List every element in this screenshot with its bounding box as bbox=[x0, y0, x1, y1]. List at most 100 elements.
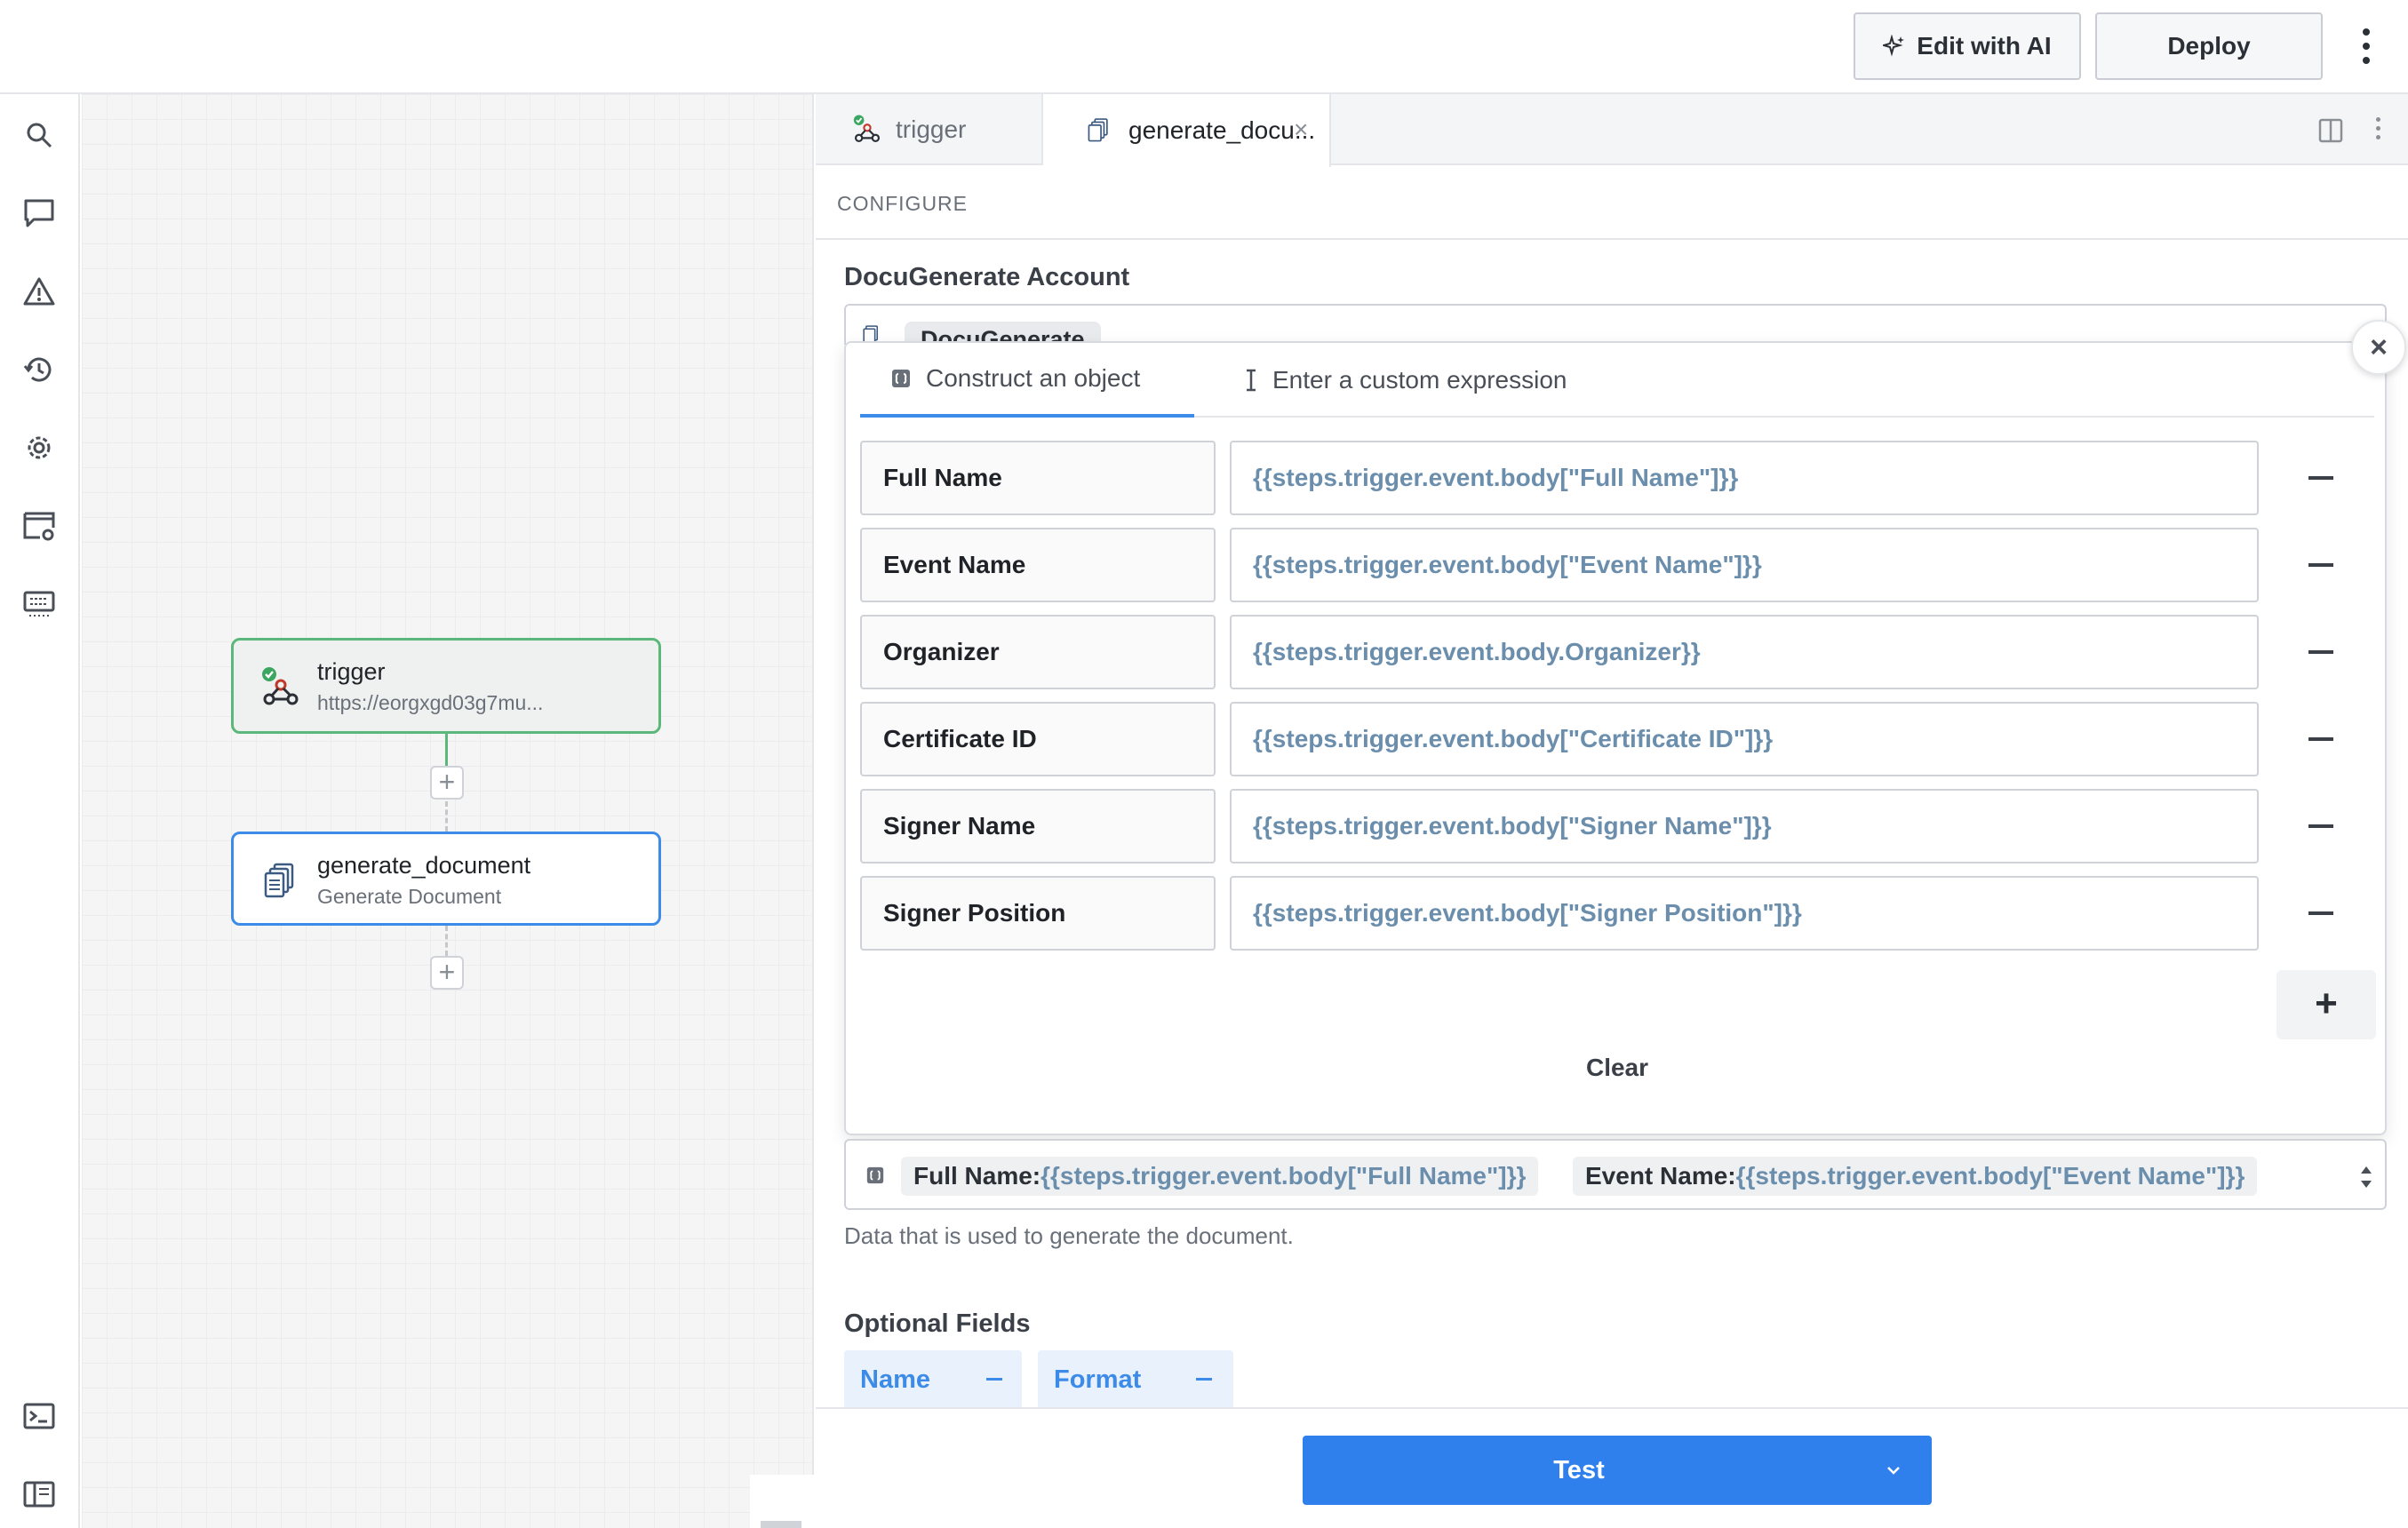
edit-with-ai-button[interactable]: Edit with AI bbox=[1854, 12, 2081, 80]
divider bbox=[816, 1407, 2408, 1409]
object-builder-popover: Construct an object Enter a custom expre… bbox=[844, 341, 2387, 1135]
popover-tabs: Construct an object Enter a custom expre… bbox=[860, 343, 2374, 418]
property-value-text: {{steps.trigger.event.body.Organizer}} bbox=[1253, 638, 1701, 665]
generate-document-node[interactable]: generate_document Generate Document bbox=[231, 832, 661, 926]
remove-property-button[interactable] bbox=[2294, 897, 2348, 929]
left-icon-rail bbox=[0, 94, 80, 1528]
warning-icon[interactable] bbox=[20, 272, 59, 311]
tab-construct-object[interactable]: Construct an object bbox=[860, 343, 1194, 418]
minimap[interactable] bbox=[750, 1475, 814, 1528]
account-select[interactable]: DocuGenerate bbox=[844, 304, 2387, 345]
browser-settings-icon[interactable] bbox=[20, 506, 59, 545]
sparkle-icon bbox=[1883, 35, 1905, 57]
node-connector bbox=[445, 734, 448, 766]
remove-property-button[interactable] bbox=[2294, 549, 2348, 581]
history-icon[interactable] bbox=[20, 350, 59, 389]
split-view-icon[interactable] bbox=[2317, 117, 2344, 144]
configure-heading: CONFIGURE bbox=[837, 192, 968, 215]
tab-label: generate_docu... bbox=[1128, 116, 1316, 144]
property-row: Certificate ID {{steps.trigger.event.bod… bbox=[860, 702, 2371, 776]
object-icon bbox=[892, 370, 910, 387]
property-value-input[interactable]: {{steps.trigger.event.body["Signer Posit… bbox=[1230, 876, 2259, 951]
deploy-button[interactable]: Deploy bbox=[2095, 12, 2323, 80]
property-value-text: {{steps.trigger.event.body["Full Name"]}… bbox=[1253, 464, 1739, 491]
tab-label: trigger bbox=[896, 115, 967, 143]
property-row: Organizer {{steps.trigger.event.body.Org… bbox=[860, 615, 2371, 689]
workflow-canvas[interactable]: trigger https://eorgxgd03g7mu... + gener… bbox=[82, 94, 814, 1528]
step-config-panel: trigger generate_docu... × CONFIGURE Doc… bbox=[816, 94, 2408, 1528]
node-subtitle: https://eorgxgd03g7mu... bbox=[317, 691, 544, 714]
optional-field-format[interactable]: Format bbox=[1038, 1350, 1233, 1409]
add-step-button[interactable]: + bbox=[430, 956, 464, 990]
minus-icon[interactable] bbox=[986, 1378, 1002, 1381]
chevron-down-icon bbox=[1887, 1467, 1900, 1475]
property-value-text: {{steps.trigger.event.body["Certificate … bbox=[1253, 725, 1774, 752]
tab-trigger[interactable]: trigger bbox=[816, 94, 1043, 165]
settings-icon[interactable] bbox=[20, 428, 59, 467]
optional-field-label: Name bbox=[860, 1365, 930, 1394]
tab-label: Enter a custom expression bbox=[1272, 366, 1567, 394]
add-step-button[interactable]: + bbox=[430, 766, 464, 800]
object-icon bbox=[866, 1166, 884, 1184]
property-key-input[interactable]: Certificate ID bbox=[860, 702, 1216, 776]
property-value-input[interactable]: {{steps.trigger.event.body["Signer Name"… bbox=[1230, 789, 2259, 863]
node-title: generate_document bbox=[317, 852, 531, 879]
property-value-input[interactable]: {{steps.trigger.event.body["Certificate … bbox=[1230, 702, 2259, 776]
tab-more-icon[interactable] bbox=[2372, 117, 2383, 139]
add-property-button[interactable]: + bbox=[2276, 970, 2376, 1039]
property-row: Event Name {{steps.trigger.event.body["E… bbox=[860, 528, 2371, 602]
property-key-input[interactable]: Signer Position bbox=[860, 876, 1216, 951]
close-icon[interactable]: × bbox=[1294, 115, 1308, 144]
sidebar-layout-icon[interactable] bbox=[20, 1475, 59, 1514]
keyboard-icon[interactable] bbox=[20, 585, 59, 624]
search-icon[interactable] bbox=[20, 115, 59, 155]
property-value-input[interactable]: {{steps.trigger.event.body["Full Name"]}… bbox=[1230, 441, 2259, 515]
webhook-icon bbox=[853, 115, 881, 143]
remove-property-button[interactable] bbox=[2294, 462, 2348, 494]
optional-field-name[interactable]: Name bbox=[844, 1350, 1022, 1409]
remove-property-button[interactable] bbox=[2294, 723, 2348, 755]
node-connector bbox=[445, 801, 448, 832]
close-popover-icon[interactable]: × bbox=[2351, 320, 2406, 375]
remove-property-button[interactable] bbox=[2294, 810, 2348, 842]
property-key-input[interactable]: Signer Name bbox=[860, 789, 1216, 863]
data-chip: Event Name:{{steps.trigger.event.body["E… bbox=[1573, 1157, 2258, 1196]
node-title: trigger bbox=[317, 658, 386, 685]
tab-generate-document[interactable]: generate_docu... × bbox=[1043, 94, 1331, 167]
property-value-text: {{steps.trigger.event.body["Signer Name"… bbox=[1253, 812, 1772, 840]
property-value-input[interactable]: {{steps.trigger.event.body.Organizer}} bbox=[1230, 615, 2259, 689]
property-row: Full Name {{steps.trigger.event.body["Fu… bbox=[860, 441, 2371, 515]
deploy-label: Deploy bbox=[2167, 32, 2251, 60]
chip-value: {{steps.trigger.event.body["Event Name"]… bbox=[1735, 1162, 2245, 1190]
optional-fields-label: Optional Fields bbox=[844, 1309, 1031, 1338]
document-icon bbox=[264, 863, 294, 898]
chip-key: Event Name: bbox=[1585, 1162, 1736, 1190]
clear-button[interactable]: Clear bbox=[846, 1054, 2388, 1082]
data-object-input[interactable]: Full Name:{{steps.trigger.event.body["Fu… bbox=[844, 1139, 2387, 1210]
document-icon bbox=[1088, 118, 1108, 142]
account-label: DocuGenerate Account bbox=[844, 263, 1130, 291]
chip-key: Full Name: bbox=[913, 1162, 1041, 1190]
optional-field-label: Format bbox=[1054, 1365, 1142, 1394]
sort-arrows-icon bbox=[2361, 1166, 2372, 1188]
text-cursor-icon bbox=[1247, 369, 1256, 392]
property-value-text: {{steps.trigger.event.body["Signer Posit… bbox=[1253, 899, 1802, 927]
step-tabs: trigger generate_docu... × bbox=[816, 94, 2408, 167]
tab-custom-expression[interactable]: Enter a custom expression bbox=[1228, 343, 1567, 418]
test-button[interactable]: Test bbox=[1303, 1436, 1855, 1505]
property-value-input[interactable]: {{steps.trigger.event.body["Event Name"]… bbox=[1230, 528, 2259, 602]
property-key-input[interactable]: Full Name bbox=[860, 441, 1216, 515]
minus-icon[interactable] bbox=[1196, 1378, 1212, 1381]
data-chip: Full Name:{{steps.trigger.event.body["Fu… bbox=[901, 1157, 1539, 1196]
node-subtitle: Generate Document bbox=[317, 885, 502, 908]
node-connector bbox=[445, 926, 448, 956]
property-key-input[interactable]: Event Name bbox=[860, 528, 1216, 602]
property-key-input[interactable]: Organizer bbox=[860, 615, 1216, 689]
more-options-icon[interactable] bbox=[2353, 20, 2380, 73]
terminal-icon[interactable] bbox=[20, 1397, 59, 1436]
test-options-button[interactable] bbox=[1855, 1436, 1932, 1505]
field-help-text: Data that is used to generate the docume… bbox=[844, 1222, 1294, 1249]
remove-property-button[interactable] bbox=[2294, 636, 2348, 668]
trigger-node[interactable]: trigger https://eorgxgd03g7mu... bbox=[231, 638, 661, 734]
comment-icon[interactable] bbox=[20, 194, 59, 233]
